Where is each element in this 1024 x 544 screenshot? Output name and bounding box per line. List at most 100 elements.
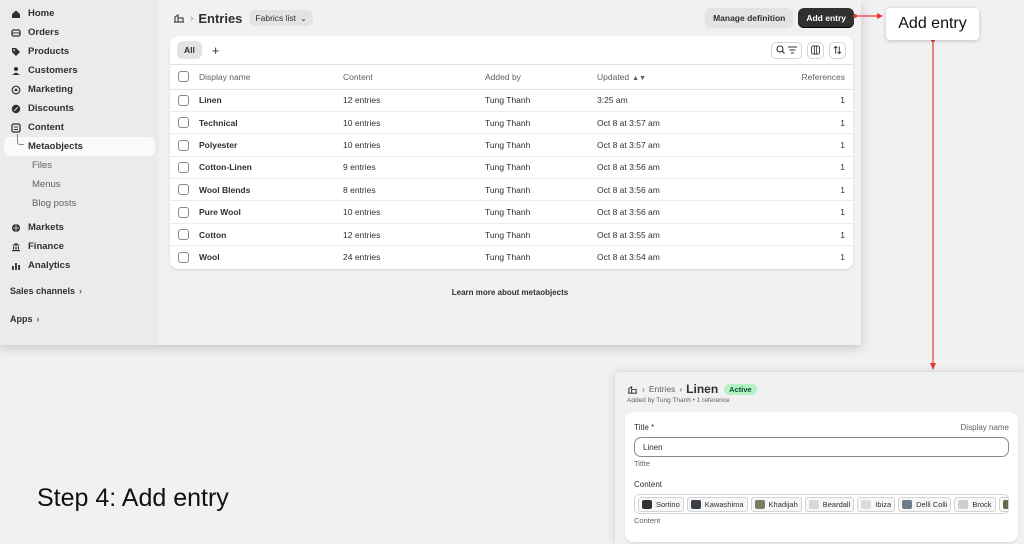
add-entry-callout: Add entry: [886, 8, 979, 40]
table-row[interactable]: Wool 24 entries Tung Thanh Oct 8 at 3:54 am…: [170, 246, 853, 268]
title-field-label: Title *: [634, 423, 655, 432]
sidebar-item-marketing[interactable]: Marketing: [4, 80, 155, 99]
row-checkbox[interactable]: [178, 139, 189, 151]
sidebar-item-menus[interactable]: Menus: [4, 175, 155, 194]
row-checkbox[interactable]: [178, 251, 189, 263]
content-reference-list[interactable]: Sortino Kawashima Khadijah Beardall Ibiza Del…: [634, 494, 1009, 514]
column-header-references[interactable]: References: [747, 65, 853, 90]
cell-updated: Oct 8 at 3:54 am: [597, 252, 660, 263]
select-all-checkbox[interactable]: [178, 71, 189, 83]
sidebar-item-analytics[interactable]: Analytics: [4, 256, 155, 275]
sidebar-item-label: Content: [28, 122, 64, 133]
content-chip[interactable]: Delli Colli: [898, 496, 952, 512]
chip-label: Khadijah: [768, 499, 798, 509]
cell-updated: Oct 8 at 3:57 am: [597, 111, 747, 135]
column-header-content[interactable]: Content: [343, 65, 485, 90]
table-row[interactable]: Polyester 10 entries Tung Thanh Oct 8 at 3:…: [170, 133, 853, 157]
sidebar-item-markets[interactable]: Markets: [4, 218, 155, 237]
metaobjects-icon[interactable]: [627, 384, 638, 395]
sidebar-item-label: Analytics: [28, 260, 71, 271]
row-checkbox[interactable]: [178, 206, 189, 218]
cell-added-by: Tung Thanh: [485, 89, 597, 112]
entry-title: Linen: [686, 382, 719, 396]
cell-display-name: Cotton: [199, 223, 343, 247]
title-input[interactable]: Linen: [634, 437, 1009, 457]
cell-content: 12 entries: [343, 223, 485, 247]
cell-display-name: Pure Wool: [199, 200, 343, 224]
sidebar-item-files[interactable]: Files: [4, 156, 155, 175]
row-checkbox[interactable]: [178, 117, 189, 129]
table-header-row: Display name Content Added by Updated ▲▼ …: [170, 65, 853, 90]
swatch-thumbnail: [902, 499, 913, 509]
cell-content: 10 entries: [343, 200, 485, 224]
sidebar-item-orders[interactable]: Orders: [4, 23, 155, 42]
manage-definition-button[interactable]: Manage definition: [705, 8, 794, 28]
content-chip[interactable]: Ibiza: [857, 496, 896, 512]
step-title: Step 4: Add entry: [37, 484, 229, 512]
table-row[interactable]: Wool Blends 8 entries Tung Thanh Oct 8 at 3…: [170, 178, 853, 202]
column-header-updated[interactable]: Updated ▲▼: [597, 65, 747, 90]
row-checkbox[interactable]: [178, 184, 189, 196]
cell-added-by: Tung Thanh: [485, 156, 597, 180]
discount-icon: [11, 104, 21, 114]
content-chip[interactable]: Khadijah: [750, 496, 802, 512]
sidebar-item-products[interactable]: Products: [4, 42, 155, 61]
breadcrumb-separator: ›: [190, 12, 194, 24]
cell-added-by: Tung Thanh: [485, 223, 597, 247]
sidebar-item-label: Marketing: [28, 84, 73, 95]
sidebar-item-content[interactable]: Content: [4, 118, 155, 137]
swatch-thumbnail: [808, 499, 819, 509]
table-row[interactable]: Cotton-Linen 9 entries Tung Thanh Oct 8 at …: [170, 156, 853, 180]
table-tools: [771, 41, 846, 59]
cell-updated: Oct 8 at 3:56 am: [597, 200, 747, 224]
cell-references: 1: [747, 89, 853, 112]
sidebar-item-home[interactable]: Home: [4, 4, 155, 23]
table-row[interactable]: Cotton 12 entries Tung Thanh Oct 8 at 3:55 …: [170, 223, 853, 247]
row-checkbox[interactable]: [178, 229, 189, 241]
swatch-thumbnail: [861, 499, 872, 509]
tab-all[interactable]: All: [177, 41, 202, 59]
cell-updated: Oct 8 at 3:56 am: [597, 178, 747, 202]
cell-added-by: Tung Thanh: [485, 252, 531, 263]
sort-icon: [833, 45, 842, 55]
row-checkbox[interactable]: [178, 161, 189, 173]
table-row[interactable]: Technical 10 entries Tung Thanh Oct 8 at 3:…: [170, 111, 853, 135]
content-chip[interactable]: Em: [998, 496, 1008, 512]
definition-selector[interactable]: Fabrics list ⌄: [249, 10, 313, 26]
display-name-label: Display name: [960, 423, 1009, 432]
table-row[interactable]: Linen 12 entries Tung Thanh 3:25 am 1: [170, 89, 853, 112]
apps-section[interactable]: Apps ›: [0, 310, 159, 328]
column-header-added-by[interactable]: Added by: [485, 65, 597, 90]
sort-button[interactable]: [829, 41, 846, 59]
content-chip[interactable]: Sortino: [638, 496, 684, 512]
cell-content: 10 entries: [343, 133, 485, 157]
columns-button[interactable]: [807, 41, 824, 59]
add-entry-button[interactable]: Add entry: [798, 8, 854, 28]
entry-form-card: Title * Display name Linen Titlte Conten…: [625, 412, 1018, 542]
add-view-button[interactable]: +: [212, 43, 220, 58]
cell-references: 1: [747, 178, 853, 202]
sidebar-item-customers[interactable]: Customers: [4, 61, 155, 80]
row-checkbox[interactable]: [178, 94, 189, 106]
breadcrumb-entries[interactable]: Entries: [649, 384, 675, 394]
cell-display-name: Polyester: [199, 133, 343, 157]
table-row[interactable]: Pure Wool 10 entries Tung Thanh Oct 8 at 3:…: [170, 200, 853, 224]
cell-references: 1: [747, 223, 853, 247]
cell-added-by: Tung Thanh: [485, 111, 597, 135]
cell-display-name: Technical: [199, 111, 343, 135]
status-badge: Active: [724, 383, 757, 395]
sidebar-item-metaobjects[interactable]: Metaobjects: [4, 134, 155, 156]
sidebar-item-blog-posts[interactable]: Blog posts: [4, 194, 155, 213]
swatch-thumbnail: [754, 499, 765, 509]
content-chip[interactable]: Brock: [954, 496, 996, 512]
cell-references: 1: [840, 252, 845, 263]
sales-channels-section[interactable]: Sales channels ›: [0, 282, 159, 300]
sidebar-item-discounts[interactable]: Discounts: [4, 99, 155, 118]
learn-more-link[interactable]: Learn more about metaobjects: [159, 288, 861, 297]
content-chip[interactable]: Kawashima: [686, 496, 748, 512]
search-filter-button[interactable]: [771, 41, 802, 59]
content-chip[interactable]: Beardall: [804, 496, 855, 512]
column-header-display-name[interactable]: Display name: [199, 65, 343, 90]
chip-label: Ibiza: [875, 499, 892, 509]
sidebar-item-finance[interactable]: Finance: [4, 237, 155, 256]
